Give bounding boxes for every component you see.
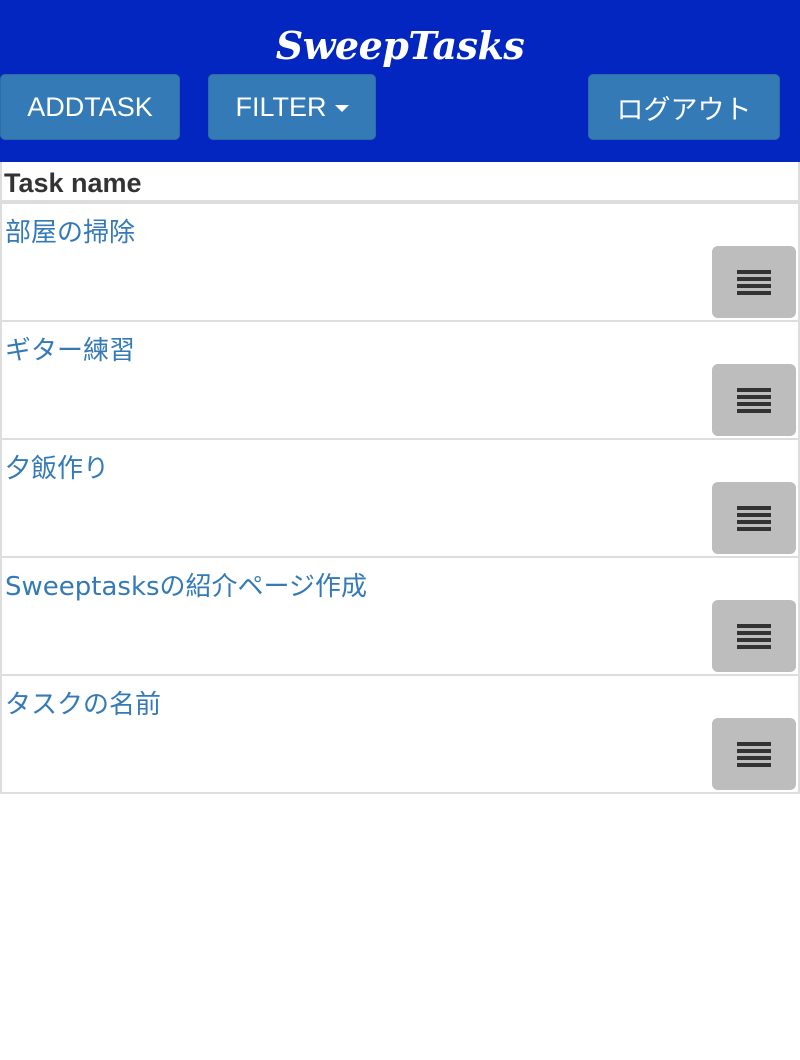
task-name-link[interactable]: タスクの名前 [5,684,161,721]
hamburger-menu-icon [737,741,771,746]
table-header: Task name [0,162,800,204]
hamburger-menu-icon [737,269,771,274]
column-header-task-name: Task name [4,168,142,198]
table-row: タスクの名前 [0,676,800,794]
task-menu-button[interactable] [712,600,796,672]
filter-dropdown-button[interactable]: FILTER [208,74,376,140]
task-name-link[interactable]: ギター練習 [5,330,135,367]
task-menu-button[interactable] [712,364,796,436]
logout-button-label: ログアウト [616,94,752,126]
task-table: Task name 部屋の掃除 ギター練習 夕飯作り Sweeptasksの紹介… [0,162,800,794]
hamburger-menu-icon [737,623,771,628]
add-task-button-label: ADDTASK [27,91,153,122]
task-menu-button[interactable] [712,482,796,554]
table-row: 部屋の掃除 [0,204,800,322]
task-name-link[interactable]: 部屋の掃除 [5,212,135,249]
filter-button-label: FILTER [235,91,327,122]
navbar: SweepTasks ADDTASK FILTER ログアウト [0,0,800,162]
hamburger-menu-icon [737,387,771,392]
task-menu-button[interactable] [712,246,796,318]
task-name-link[interactable]: 夕飯作り [5,448,109,485]
logout-button[interactable]: ログアウト [588,74,780,140]
caret-down-icon [334,105,349,112]
table-row: Sweeptasksの紹介ページ作成 [0,558,800,676]
table-row: 夕飯作り [0,440,800,558]
table-row: ギター練習 [0,322,800,440]
hamburger-menu-icon [737,505,771,510]
brand-logo[interactable]: SweepTasks [0,20,800,72]
task-menu-button[interactable] [712,718,796,790]
add-task-button[interactable]: ADDTASK [0,74,180,140]
task-name-link[interactable]: Sweeptasksの紹介ページ作成 [5,566,367,603]
